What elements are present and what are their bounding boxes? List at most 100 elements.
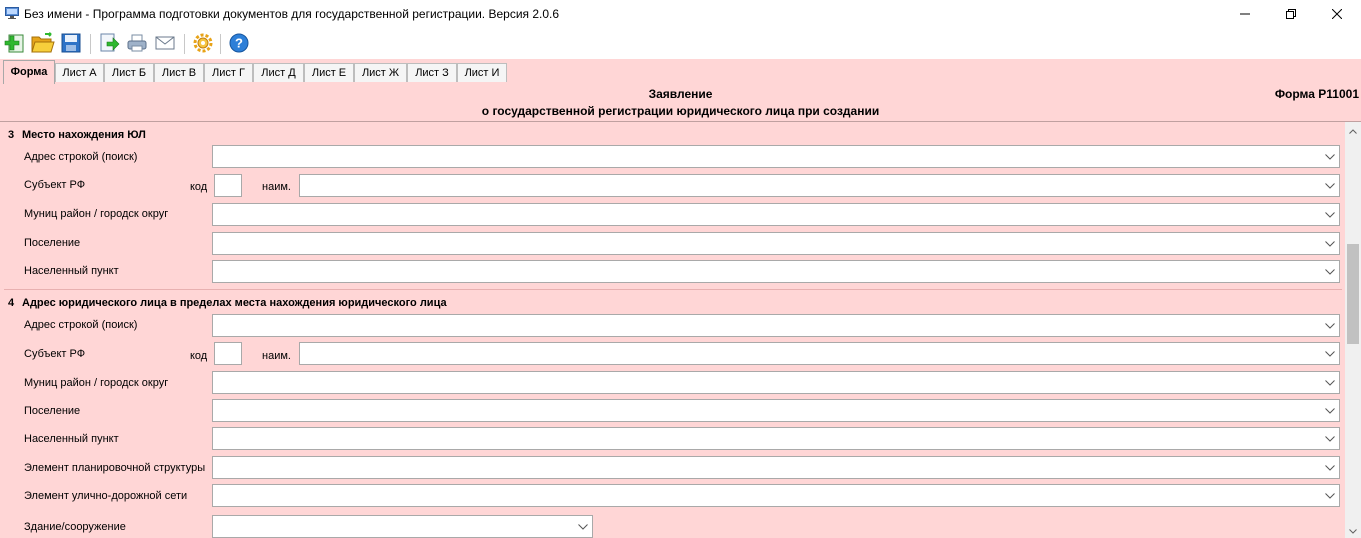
new-document-icon xyxy=(4,32,26,57)
toolbar-separator xyxy=(220,34,221,54)
s4-planning-combo[interactable] xyxy=(212,456,1340,479)
settings-gear-icon xyxy=(192,32,214,57)
save-button[interactable] xyxy=(58,31,84,57)
s3-locality-combo[interactable] xyxy=(212,260,1340,283)
tab-list-z[interactable]: Лист З xyxy=(407,63,457,82)
s4-street-label: Элемент улично-дорожной сети xyxy=(24,490,188,502)
svg-text:?: ? xyxy=(235,35,243,50)
toolbar-separator xyxy=(90,34,91,54)
s3-address-combo[interactable] xyxy=(212,145,1340,168)
chevron-down-icon xyxy=(1349,523,1357,537)
export-icon xyxy=(98,32,120,57)
s4-subject-code-input[interactable] xyxy=(214,342,242,365)
tab-list-d[interactable]: Лист Д xyxy=(253,63,304,82)
new-document-button[interactable] xyxy=(2,31,28,57)
s4-street-combo[interactable] xyxy=(212,484,1340,507)
s4-locality-combo[interactable] xyxy=(212,427,1340,450)
email-icon xyxy=(154,32,176,57)
s3-municipal-combo[interactable] xyxy=(212,203,1340,226)
restore-button[interactable] xyxy=(1268,0,1314,29)
tab-list-b[interactable]: Лист Б xyxy=(104,63,154,82)
toolbar: ? xyxy=(0,29,1361,59)
s3-settlement-label: Поселение xyxy=(24,237,81,249)
form-header: Заявление о государственной регистрации … xyxy=(0,84,1361,121)
title-bar: Без имени - Программа подготовки докумен… xyxy=(0,0,1361,29)
s3-settlement-combo[interactable] xyxy=(212,232,1340,255)
settings-button[interactable] xyxy=(190,31,216,57)
chevron-up-icon xyxy=(1349,123,1357,137)
s4-address-combo[interactable] xyxy=(212,314,1340,337)
window-title: Без имени - Программа подготовки докумен… xyxy=(24,7,560,21)
form-code: Форма Р11001 xyxy=(1274,87,1359,101)
open-folder-button[interactable] xyxy=(30,31,56,57)
tab-list-zh[interactable]: Лист Ж xyxy=(354,63,407,82)
s4-subject-name-combo[interactable] xyxy=(299,342,1340,365)
section-3-title: 3 Место нахождения ЮЛ xyxy=(8,129,146,141)
form-content: 3 Место нахождения ЮЛ Адрес строкой (поис… xyxy=(0,122,1345,538)
help-button[interactable]: ? xyxy=(226,31,252,57)
chevron-down-icon[interactable] xyxy=(1321,316,1338,335)
chevron-down-icon[interactable] xyxy=(1321,205,1338,224)
scroll-thumb[interactable] xyxy=(1347,244,1359,344)
tab-strip: Форма Лист А Лист Б Лист В Лист Г Лист Д… xyxy=(0,59,1361,84)
email-button[interactable] xyxy=(152,31,178,57)
tab-list-v[interactable]: Лист В xyxy=(154,63,204,82)
chevron-down-icon[interactable] xyxy=(1321,147,1338,166)
scroll-down-button[interactable] xyxy=(1345,522,1361,538)
s3-subject-label: Субъект РФ xyxy=(24,179,86,191)
s3-municipal-label: Муниц район / городск округ xyxy=(24,208,169,220)
chevron-down-icon[interactable] xyxy=(1321,486,1338,505)
minimize-icon xyxy=(1240,8,1250,22)
s3-address-label: Адрес строкой (поиск) xyxy=(24,151,138,163)
section-divider xyxy=(4,289,1342,290)
s3-name-label: наим. xyxy=(262,181,291,193)
s4-locality-label: Населенный пункт xyxy=(24,433,119,445)
chevron-down-icon[interactable] xyxy=(1321,401,1338,420)
open-folder-icon xyxy=(31,31,55,57)
close-icon xyxy=(1331,8,1343,22)
tab-list-g[interactable]: Лист Г xyxy=(204,63,253,82)
print-icon xyxy=(126,32,148,57)
s4-municipal-label: Муниц район / городск округ xyxy=(24,377,169,389)
chevron-down-icon[interactable] xyxy=(1321,458,1338,477)
save-disk-icon xyxy=(60,32,82,57)
form-subtitle: о государственной регистрации юридическо… xyxy=(481,104,880,118)
tab-list-i[interactable]: Лист И xyxy=(457,63,507,82)
restore-icon xyxy=(1286,8,1296,22)
s4-settlement-combo[interactable] xyxy=(212,399,1340,422)
s4-planning-label: Элемент планировочной структуры xyxy=(24,462,206,474)
s4-code-label: код xyxy=(190,350,208,362)
app-monitor-icon xyxy=(5,7,19,19)
s4-name-label: наим. xyxy=(262,350,291,362)
form-title: Заявление xyxy=(648,87,713,101)
toolbar-separator xyxy=(184,34,185,54)
chevron-down-icon[interactable] xyxy=(574,517,591,536)
chevron-down-icon[interactable] xyxy=(1321,373,1338,392)
s3-subject-name-combo[interactable] xyxy=(299,174,1340,197)
s4-settlement-label: Поселение xyxy=(24,405,81,417)
chevron-down-icon[interactable] xyxy=(1321,234,1338,253)
vertical-scrollbar[interactable] xyxy=(1345,122,1361,538)
s4-address-label: Адрес строкой (поиск) xyxy=(24,319,138,331)
s3-subject-code-input[interactable] xyxy=(214,174,242,197)
tab-list-a[interactable]: Лист А xyxy=(55,63,104,82)
tab-list-e[interactable]: Лист Е xyxy=(304,63,354,82)
s3-code-label: код xyxy=(190,181,208,193)
s4-municipal-combo[interactable] xyxy=(212,371,1340,394)
help-icon: ? xyxy=(228,32,250,57)
tab-forma[interactable]: Форма xyxy=(3,60,55,84)
chevron-down-icon[interactable] xyxy=(1321,262,1338,281)
chevron-down-icon[interactable] xyxy=(1321,429,1338,448)
s3-locality-label: Населенный пункт xyxy=(24,265,119,277)
s4-building-label: Здание/сооружение xyxy=(24,521,126,533)
scroll-up-button[interactable] xyxy=(1345,122,1361,138)
export-button[interactable] xyxy=(96,31,122,57)
section-4-title: 4 Адрес юридического лица в пределах мест… xyxy=(8,297,447,309)
minimize-button[interactable] xyxy=(1222,0,1268,29)
chevron-down-icon[interactable] xyxy=(1321,344,1338,363)
s4-subject-label: Субъект РФ xyxy=(24,348,86,360)
close-button[interactable] xyxy=(1314,0,1360,29)
s4-building-combo[interactable] xyxy=(212,515,593,538)
print-button[interactable] xyxy=(124,31,150,57)
chevron-down-icon[interactable] xyxy=(1321,176,1338,195)
